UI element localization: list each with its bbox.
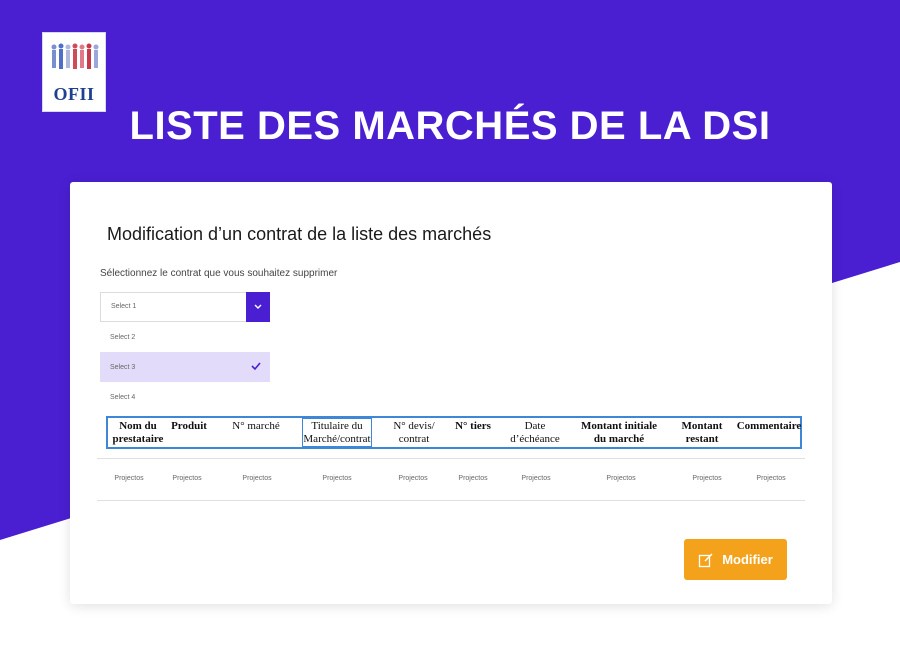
table-divider: [97, 500, 805, 501]
contract-select[interactable]: Select 1: [100, 292, 270, 322]
page-title: LISTE DES MARCHÉS DE LA DSI: [129, 104, 771, 148]
table-cell: Projectos: [692, 475, 722, 482]
column-header: Date d’échéance: [510, 420, 560, 445]
table-cell: Projectos: [322, 475, 352, 482]
select-option[interactable]: Select 4: [100, 382, 270, 412]
column-header: N° tiers: [455, 420, 491, 432]
column-header: Commentaire: [736, 420, 802, 432]
table-cell: Projectos: [606, 475, 636, 482]
column-header: Titulaire du Marché/contrat: [303, 420, 371, 445]
card-title: Modification d’un contrat de la liste de…: [107, 224, 492, 244]
chevron-down-icon: [254, 304, 262, 309]
table-cell: Projectos: [458, 475, 488, 482]
table-cell: Projectos: [114, 475, 144, 482]
check-icon: [251, 362, 261, 371]
edit-icon: [699, 552, 713, 567]
option-label: Select 2: [110, 334, 136, 341]
table-cell: Projectos: [398, 475, 428, 482]
table-cell: Projectos: [242, 475, 272, 482]
table-cell: Projectos: [172, 475, 202, 482]
modify-button[interactable]: Modifier: [684, 539, 787, 580]
ofii-logo: OFII: [42, 32, 106, 112]
form-card: Modification d’un contrat de la liste de…: [70, 182, 832, 604]
option-label: Select 3: [110, 364, 136, 371]
table-cell: Projectos: [756, 475, 786, 482]
instruction-text: Sélectionnez le contrat que vous souhait…: [100, 268, 338, 279]
modify-button-label: Modifier: [722, 552, 773, 567]
table-divider: [97, 458, 805, 459]
column-header: Produit: [171, 420, 207, 432]
select-option-selected[interactable]: Select 3: [100, 352, 270, 382]
dropdown-button[interactable]: [246, 292, 270, 322]
column-header: Montant initiale du marché: [580, 420, 658, 445]
column-header: N° devis/ contrat: [393, 420, 435, 445]
option-label: Select 4: [110, 394, 136, 401]
people-figures-icon: [51, 43, 99, 69]
table-cell: Projectos: [521, 475, 551, 482]
select-current-value: Select 1: [111, 303, 137, 310]
column-header: Montant restant: [681, 420, 723, 445]
column-header: Nom du prestataire: [112, 420, 164, 445]
logo-text: OFII: [53, 84, 95, 104]
column-header: N° marché: [232, 420, 280, 432]
select-option[interactable]: Select 2: [100, 322, 270, 352]
